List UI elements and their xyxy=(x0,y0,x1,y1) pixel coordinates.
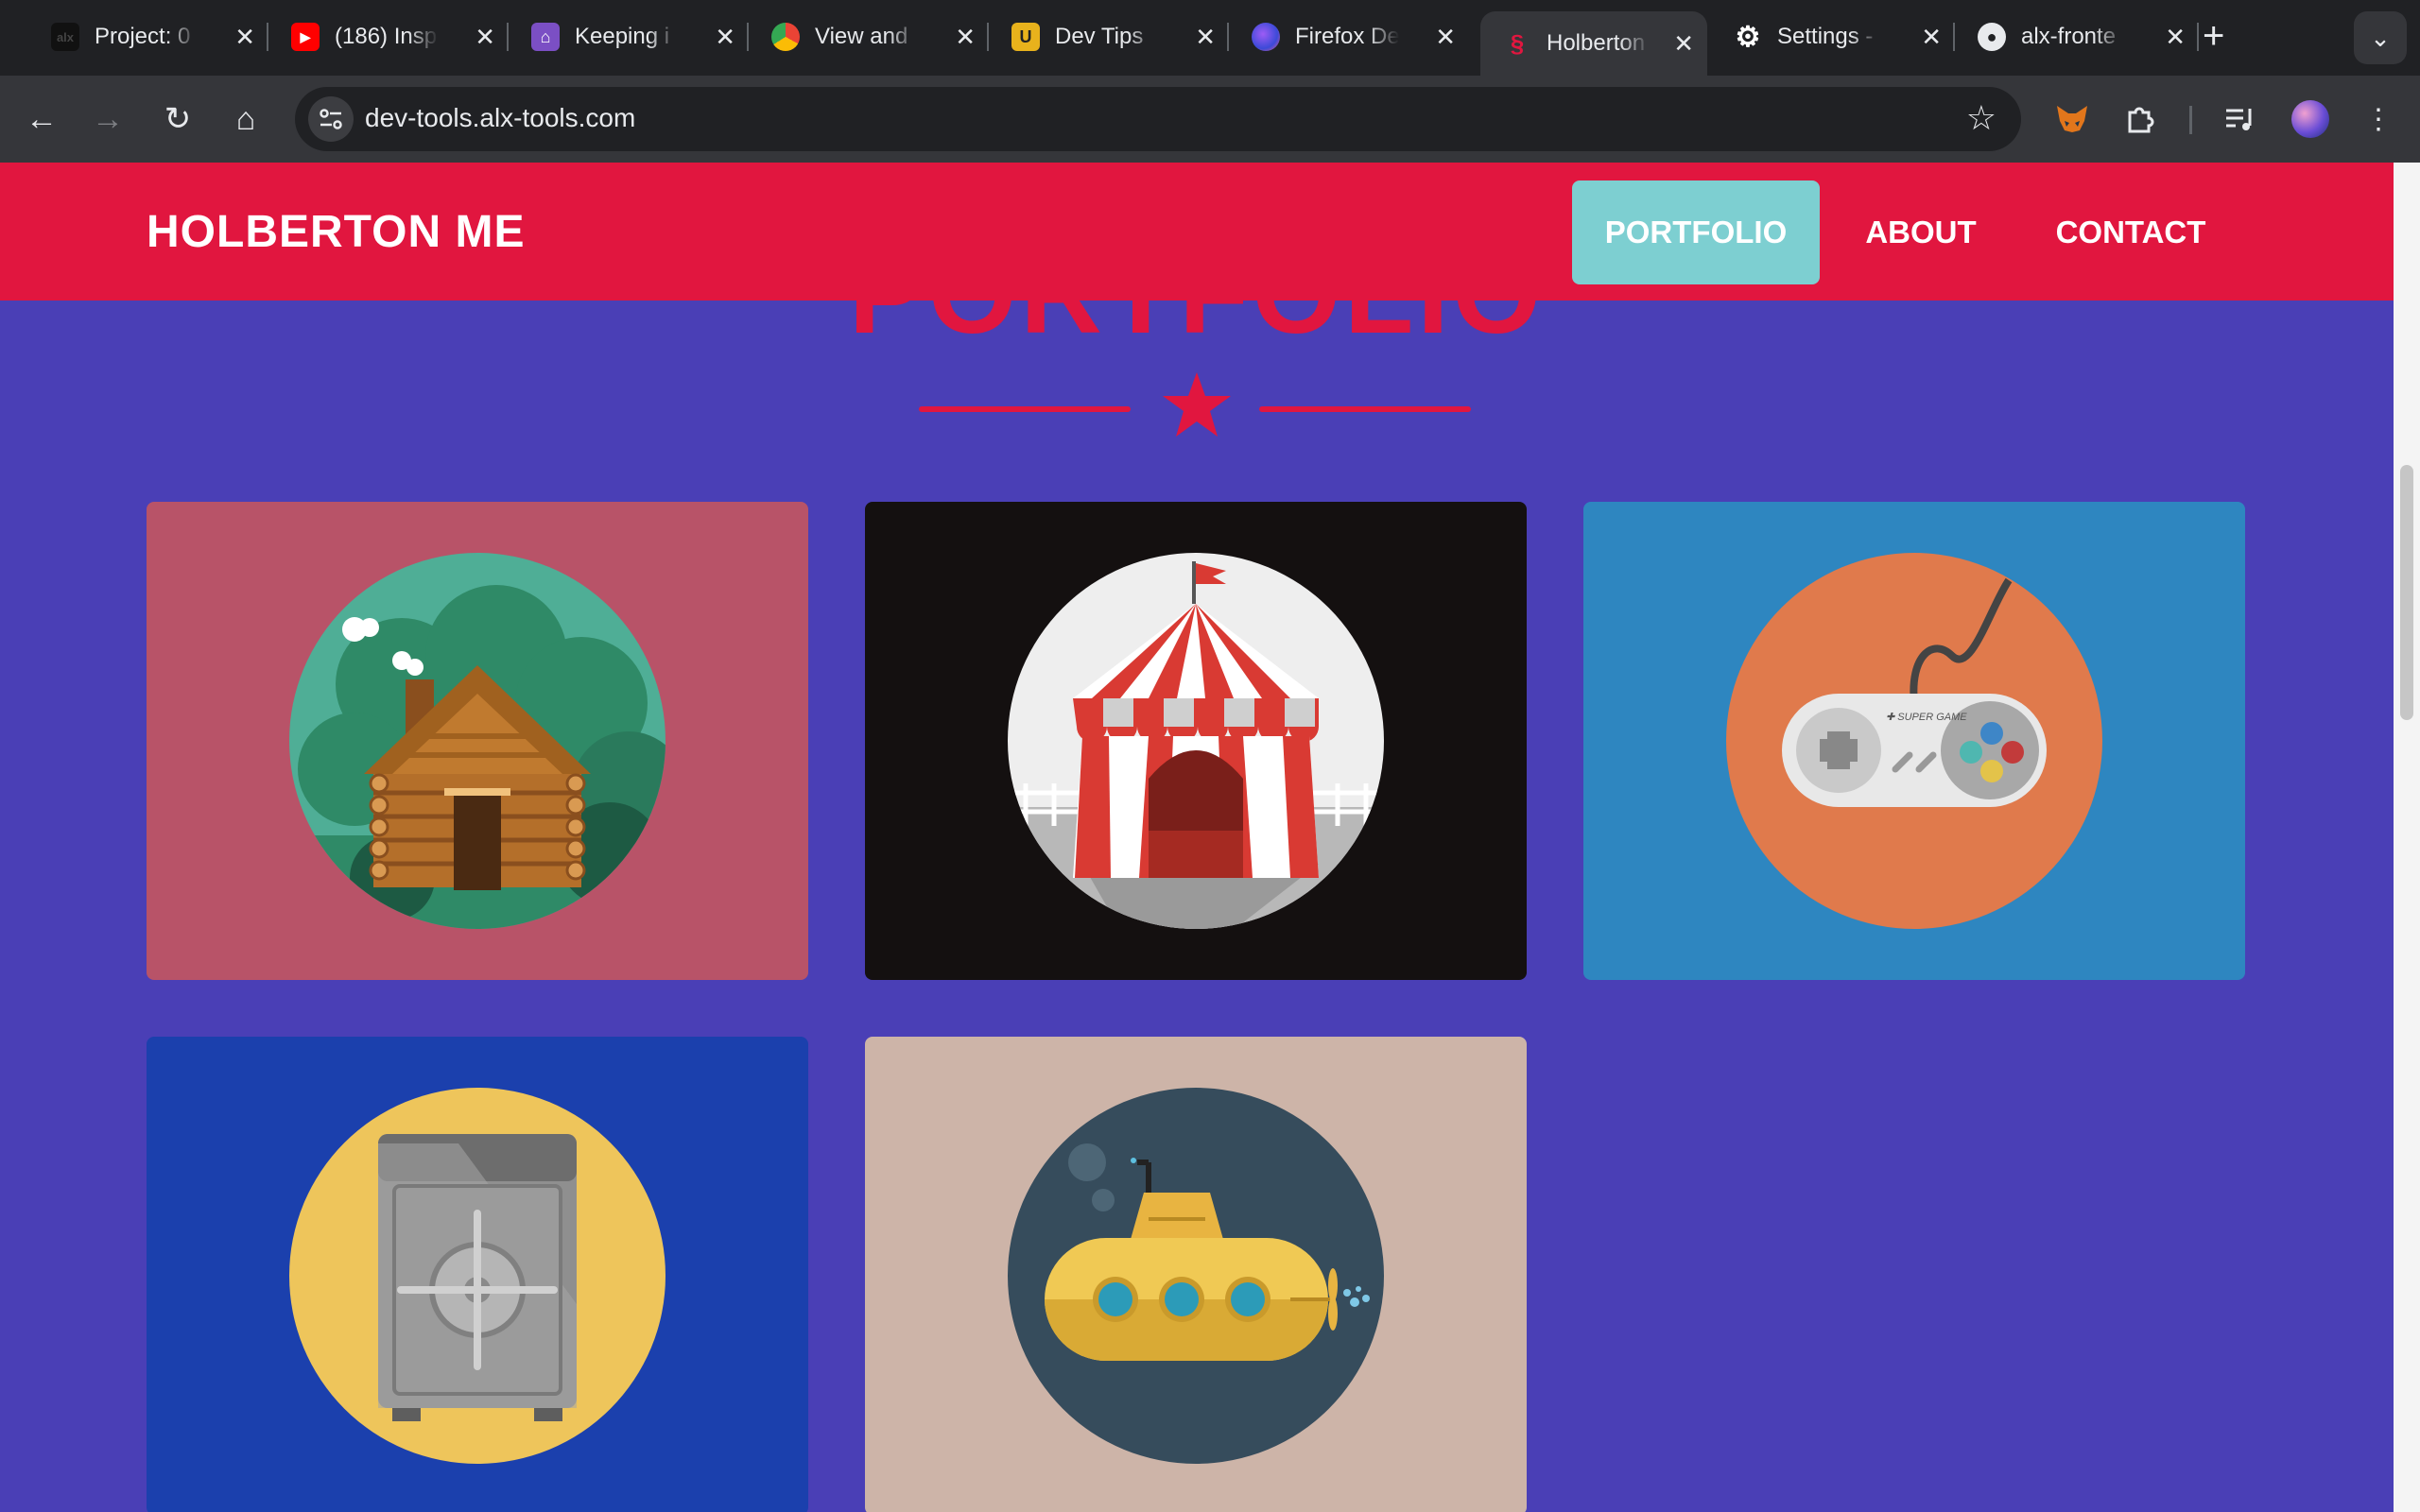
page-scrollbar[interactable] xyxy=(2394,163,2420,1512)
profile-avatar[interactable] xyxy=(2288,96,2333,142)
browser-tab[interactable]: ▶ (186) Insp ✕ xyxy=(268,11,509,62)
divider-line-right xyxy=(1259,406,1471,412)
new-tab-plus-icon[interactable]: + xyxy=(2203,15,2224,57)
youtube-favicon-icon: ▶ xyxy=(291,23,320,51)
close-tab-icon[interactable]: ✕ xyxy=(715,23,735,52)
udemy-favicon-icon: U xyxy=(1011,23,1040,51)
tab-title: View and xyxy=(815,24,908,49)
back-arrow-icon[interactable]: ← xyxy=(17,94,66,144)
close-tab-icon[interactable]: ✕ xyxy=(1435,23,1456,52)
game-controller-icon: ✚ SUPER GAME xyxy=(1726,553,2102,929)
log-cabin-icon xyxy=(289,553,666,929)
portfolio-card-cabin[interactable] xyxy=(147,502,808,980)
nav-contact-button[interactable]: CONTACT xyxy=(2023,180,2238,284)
bookmark-star-icon[interactable]: ☆ xyxy=(1966,98,1996,138)
star-icon xyxy=(1163,372,1231,437)
settings-gear-icon: ⚙ xyxy=(1735,21,1761,53)
portfolio-card-safe[interactable] xyxy=(147,1037,808,1512)
site-header: HOLBERTON ME PORTFOLIO ABOUT CONTACT xyxy=(0,163,2394,301)
browser-tab[interactable]: ● alx-fronte ✕ xyxy=(1955,11,2199,62)
site-info-tune-icon[interactable] xyxy=(308,96,354,142)
browser-tab[interactable]: ⚙ Settings - ✕ xyxy=(1711,11,1955,62)
portfolio-card-submarine[interactable] xyxy=(865,1037,1527,1512)
tab-title: Dev Tips xyxy=(1055,24,1144,49)
tab-title: Project: 0 xyxy=(95,24,191,49)
close-tab-icon[interactable]: ✕ xyxy=(475,23,495,52)
browser-tab[interactable]: alx Project: 0 ✕ xyxy=(28,11,268,62)
toolbar-divider xyxy=(2189,106,2192,134)
scrollbar-thumb[interactable] xyxy=(2400,465,2413,720)
home-icon[interactable]: ⌂ xyxy=(221,94,270,144)
browser-menu-kebab-icon[interactable]: ⋮ xyxy=(2356,96,2401,142)
browser-tab[interactable]: View and ✕ xyxy=(749,11,989,62)
tab-search-chevron-icon[interactable]: ⌄ xyxy=(2354,11,2407,64)
tab-title: Holberton xyxy=(1547,30,1646,56)
page-viewport: HOLBERTON ME PORTFOLIO ABOUT CONTACT POR… xyxy=(0,163,2394,1512)
close-tab-icon[interactable]: ✕ xyxy=(1673,29,1694,59)
divider-line-left xyxy=(919,406,1131,412)
metamask-fox-icon[interactable] xyxy=(2049,96,2095,142)
circus-tent-icon xyxy=(1008,553,1384,929)
tab-title: Settings - xyxy=(1777,24,1874,49)
portfolio-card-controller[interactable]: ✚ SUPER GAME xyxy=(1583,502,2245,980)
browser-tab[interactable]: Firefox De ✕ xyxy=(1229,11,1469,62)
rocket-favicon-icon: ⌂ xyxy=(531,23,560,51)
browser-tab[interactable]: U Dev Tips ✕ xyxy=(989,11,1229,62)
alx-favicon-icon: alx xyxy=(51,23,79,51)
browser-toolbar: ← → ↻ ⌂ dev-tools.alx-tools.com ☆ ⋮ xyxy=(0,76,2420,163)
submarine-icon xyxy=(1008,1088,1384,1464)
close-tab-icon[interactable]: ✕ xyxy=(234,23,255,52)
nav-about-button[interactable]: ABOUT xyxy=(1843,180,1998,284)
chrome-favicon-icon xyxy=(771,23,800,51)
github-favicon-icon: ● xyxy=(1978,23,2006,51)
forward-arrow-icon[interactable]: → xyxy=(83,94,132,144)
media-queue-icon[interactable] xyxy=(2218,96,2263,142)
tab-title: (186) Insp xyxy=(335,24,438,49)
tab-title: Firefox De xyxy=(1295,24,1399,49)
address-bar[interactable]: dev-tools.alx-tools.com ☆ xyxy=(295,87,2021,151)
close-tab-icon[interactable]: ✕ xyxy=(2165,23,2186,52)
firefox-favicon-icon xyxy=(1252,23,1280,51)
site-logo[interactable]: HOLBERTON ME xyxy=(147,206,525,258)
holberton-favicon-icon: § xyxy=(1510,28,1525,58)
tab-title: Keeping i xyxy=(575,24,670,49)
nav-portfolio-button[interactable]: PORTFOLIO xyxy=(1572,180,1820,284)
portfolio-card-circus[interactable] xyxy=(865,502,1527,980)
controller-logo-text: ✚ SUPER GAME xyxy=(1886,712,1967,723)
close-tab-icon[interactable]: ✕ xyxy=(1921,23,1942,52)
safe-icon xyxy=(289,1088,666,1464)
browser-tab-strip: alx Project: 0 ✕ ▶ (186) Insp ✕ ⌂ Keepin… xyxy=(0,0,2420,76)
browser-tab-active[interactable]: § Holberton ✕ xyxy=(1480,11,1707,76)
browser-tab[interactable]: ⌂ Keeping i ✕ xyxy=(509,11,749,62)
url-text[interactable]: dev-tools.alx-tools.com xyxy=(365,103,635,133)
reload-icon[interactable]: ↻ xyxy=(153,94,202,144)
close-tab-icon[interactable]: ✕ xyxy=(1195,23,1216,52)
tab-title: alx-fronte xyxy=(2021,24,2117,49)
close-tab-icon[interactable]: ✕ xyxy=(955,23,976,52)
extensions-puzzle-icon[interactable] xyxy=(2118,96,2163,142)
